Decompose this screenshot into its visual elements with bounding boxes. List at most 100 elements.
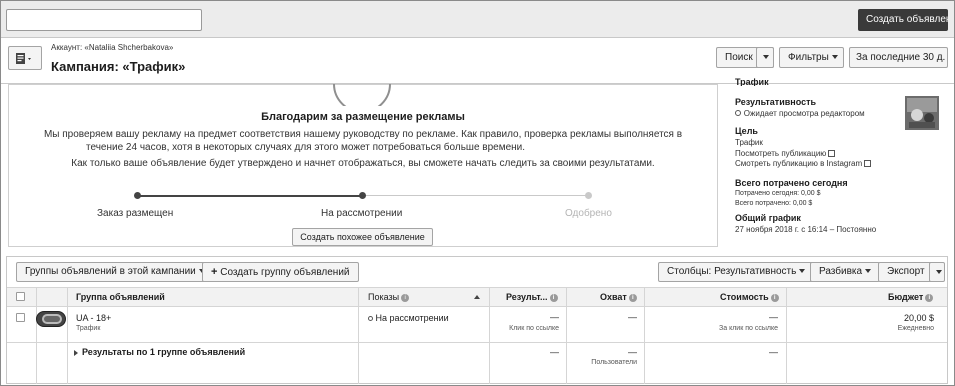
progress-line-pending — [363, 195, 589, 196]
info-icon: i — [628, 293, 637, 302]
ad-set-toggle[interactable] — [36, 311, 66, 327]
summary-label[interactable]: Результаты по 1 группе объявлений — [74, 347, 245, 357]
campaign-title: Кампания: «Трафик» — [51, 59, 186, 74]
view-instagram-post-link[interactable]: Смотреть публикацию в Instagram — [735, 158, 872, 169]
export-dropdown-toggle[interactable] — [929, 262, 945, 282]
summary-text: Результаты по 1 группе объявлений — [82, 347, 246, 357]
export-button[interactable]: Экспорт — [878, 262, 934, 282]
review-text-line2: течение 24 часов, хотя в некоторых случа… — [86, 142, 526, 153]
column-header-reach[interactable]: Охват i — [600, 287, 637, 307]
chevron-down-icon — [936, 270, 942, 275]
create-ad-group-label: Создать группу объявлений — [220, 267, 350, 278]
spent-label: Всего потрачено сегодня — [735, 178, 848, 188]
chevron-down-icon — [799, 269, 806, 274]
ad-set-objective: Трафик — [76, 325, 101, 332]
sort-up-icon[interactable] — [474, 295, 480, 299]
summary-results: — — [550, 347, 559, 357]
ad-set-name[interactable]: UA - 18+ — [76, 313, 111, 323]
external-link-icon — [864, 159, 872, 167]
date-range-label: За последние 30 д. — [856, 52, 946, 63]
reach-label: Охват — [600, 292, 627, 302]
progress-dot-placed — [134, 192, 141, 199]
progress-dot-review — [359, 192, 366, 199]
schedule-label: Общий график — [735, 213, 801, 223]
chevron-down-icon — [763, 55, 769, 60]
performance-status: Ожидает просмотра редактором — [735, 108, 865, 119]
goal-value: Трафик — [735, 138, 763, 147]
date-range-button[interactable]: За последние 30 д. — [849, 47, 948, 68]
ad-set-status: На рассмотрении — [368, 313, 449, 323]
budget-label: Бюджет — [888, 292, 924, 302]
step-label-placed: Заказ размещен — [97, 208, 174, 219]
review-title: Благодарим за размещение рекламы — [261, 111, 465, 123]
goal-label: Цель — [735, 126, 758, 136]
breakdown-dropdown[interactable]: Разбивка — [810, 262, 881, 282]
schedule-value: 27 ноября 2018 г. с 16:14 – Постоянно — [735, 225, 877, 234]
spent-today: Потрачено сегодня: 0,00 $ — [735, 190, 821, 197]
search-button-label: Поиск — [725, 52, 753, 63]
search-dropdown-toggle[interactable] — [756, 47, 774, 68]
column-header-ad-group[interactable]: Группа объявлений — [76, 287, 165, 307]
cost-label: Стоимость — [720, 292, 769, 302]
info-icon: i — [401, 293, 410, 302]
info-icon: i — [925, 293, 934, 302]
step-label-approved: Одобрено — [565, 208, 612, 219]
select-all-checkbox[interactable] — [16, 292, 25, 301]
plus-icon: + — [211, 266, 218, 278]
chevron-down-icon — [865, 269, 872, 274]
impressions-label: Показы — [368, 292, 400, 302]
view-post-label: Посмотреть публикацию — [735, 149, 827, 158]
budget-subtext: Ежедневно — [897, 325, 934, 332]
performance-label: Результативность — [735, 97, 817, 107]
column-header-budget[interactable]: Бюджет i — [888, 287, 934, 307]
review-text-line3: Как только ваше объявление будет утвержд… — [71, 158, 655, 169]
ad-groups-dropdown[interactable]: Группы объявлений в этой кампании — [16, 262, 214, 282]
columns-dropdown[interactable]: Столбцы: Результативность — [658, 262, 815, 282]
summary-reach-subtext: Пользователи — [591, 359, 637, 366]
reach-value: — — [628, 312, 637, 322]
results-value: — — [550, 312, 559, 322]
results-label: Результ... — [506, 292, 548, 302]
summary-reach: — — [628, 347, 637, 357]
external-link-icon — [828, 149, 836, 157]
columns-label: Столбцы: Результативность — [667, 266, 797, 277]
create-ad-button[interactable]: Создать объявления — [858, 9, 948, 31]
step-label-review: На рассмотрении — [321, 208, 403, 219]
filters-button[interactable]: Фильтры — [779, 47, 844, 68]
create-ad-group-button[interactable]: + Создать группу объявлений — [202, 262, 359, 282]
cost-value: — — [769, 312, 778, 322]
column-header-results[interactable]: Результ... i — [506, 287, 558, 307]
chevron-down-icon — [831, 55, 838, 60]
chevron-right-icon — [74, 349, 78, 356]
menu-button[interactable] — [8, 46, 42, 70]
status-label: На рассмотрении — [375, 313, 449, 323]
export-label: Экспорт — [887, 266, 925, 277]
row-checkbox[interactable] — [16, 313, 25, 322]
search-input[interactable] — [6, 9, 202, 31]
status-dot-icon — [735, 110, 741, 117]
ad-groups-dropdown-label: Группы объявлений в этой кампании — [25, 266, 196, 277]
review-status-icon — [333, 84, 391, 106]
results-subtext: Клик по ссылке — [509, 325, 559, 332]
status-dot-icon — [368, 316, 373, 322]
performance-value: Ожидает просмотра редактором — [743, 109, 865, 118]
info-icon: i — [770, 293, 779, 302]
review-text-line1: Мы проверяем вашу рекламу на предмет соо… — [43, 129, 683, 140]
filters-label: Фильтры — [788, 52, 829, 63]
ad-thumbnail — [905, 96, 939, 130]
info-icon: i — [549, 293, 558, 302]
document-icon — [16, 53, 31, 64]
spent-total: Всего потрачено: 0,00 $ — [735, 200, 813, 207]
breakdown-label: Разбивка — [819, 266, 863, 277]
sidebar-cut-title: Трафик — [735, 77, 769, 86]
account-label: Аккаунт: «Nataliia Shcherbakova» — [51, 43, 174, 52]
progress-dot-approved — [585, 192, 592, 199]
create-similar-ad-button[interactable]: Создать похожее объявление — [292, 228, 433, 246]
budget-value: 20,00 $ — [903, 313, 934, 323]
summary-cost: — — [769, 347, 778, 357]
toggle-knob — [42, 314, 62, 324]
view-instagram-label: Смотреть публикацию в Instagram — [735, 159, 863, 168]
column-header-cost[interactable]: Стоимость i — [720, 287, 779, 307]
cost-subtext: За клик по ссылке — [719, 325, 778, 332]
column-header-impressions[interactable]: Показы i — [368, 287, 410, 307]
